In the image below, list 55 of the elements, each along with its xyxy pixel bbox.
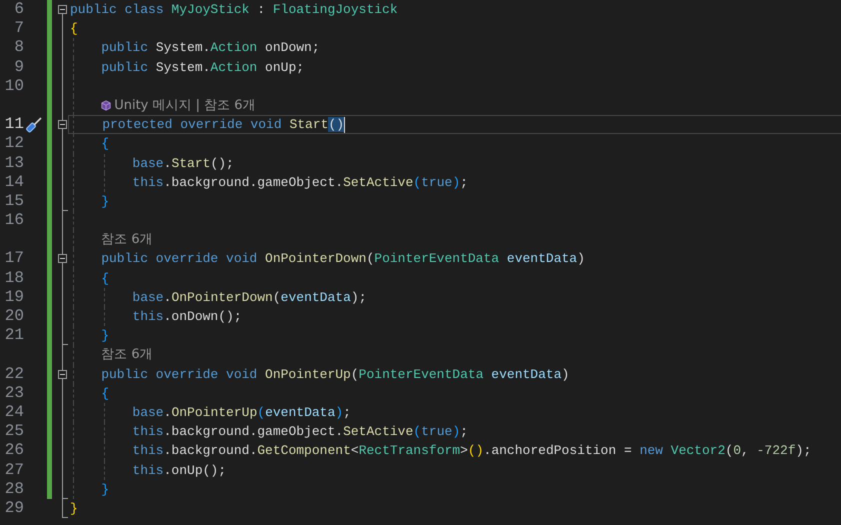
line-number: 8: [14, 38, 24, 56]
code-line: protected override void Start(): [102, 116, 344, 134]
line-number: 11: [4, 115, 24, 134]
line-number: 16: [4, 211, 24, 230]
code-lens[interactable]: 참조 6개: [101, 345, 153, 365]
line-number: 15: [4, 192, 24, 210]
code-line: public System.Action onDown;: [101, 39, 320, 58]
line-number: 10: [4, 76, 24, 95]
screwdriver-icon[interactable]: [25, 116, 43, 134]
line-number: 23: [4, 384, 24, 402]
code-line: {: [70, 20, 78, 38]
code-line: {: [101, 384, 110, 403]
code-line: this.onUp();: [132, 462, 226, 480]
code-line: public override void OnPointerDown(PointerEventData eventData): [101, 250, 585, 268]
code-line: this.background.gameObject.SetActive(true);: [132, 423, 468, 442]
code-line: {: [101, 270, 110, 288]
line-number: 13: [4, 154, 24, 172]
line-number: 21: [4, 326, 24, 344]
code-line: public System.Action onUp;: [101, 58, 304, 77]
code-line: {: [101, 135, 110, 154]
line-number: 26: [4, 441, 24, 460]
code-lens[interactable]: Unity 메시지 | 참조 6개: [114, 96, 256, 116]
code-line: this.background.GetComponent<RectTransform>().anchoredPosition = new Vector2(0, -722f);: [132, 442, 812, 460]
line-number: 7: [14, 19, 24, 38]
line-number: 18: [4, 268, 24, 287]
collapse-icon[interactable]: [58, 254, 67, 264]
code-lens[interactable]: 참조 6개: [101, 230, 153, 250]
line-number: 12: [4, 134, 24, 152]
collapse-icon[interactable]: [58, 370, 67, 379]
code-line: }: [70, 500, 78, 518]
code-line: this.onDown();: [132, 308, 242, 326]
code-line: }: [101, 192, 110, 211]
code-line: }: [101, 480, 110, 499]
code-line: base.OnPointerUp(eventData);: [132, 404, 351, 422]
line-number: 29: [4, 498, 24, 517]
code-line: public override void OnPointerUp(PointerEventData eventData): [101, 366, 570, 384]
line-number: 19: [4, 288, 24, 306]
line-number: 9: [14, 58, 24, 76]
line-number: 20: [4, 307, 24, 325]
code-line: }: [101, 327, 110, 346]
text-cursor: [344, 116, 346, 133]
line-number: 27: [4, 460, 24, 478]
collapse-icon[interactable]: [58, 120, 67, 130]
line-number: 28: [4, 480, 24, 498]
code-line: base.Start();: [132, 154, 234, 172]
code-line: this.background.gameObject.SetActive(true);: [132, 174, 468, 192]
collapse-icon[interactable]: [58, 5, 67, 14]
line-number: 24: [4, 402, 24, 421]
code-line: public class MyJoyStick : FloatingJoystick: [70, 1, 398, 19]
code-line: base.OnPointerDown(eventData);: [132, 288, 366, 307]
line-number: 17: [4, 249, 24, 268]
line-number: 6: [14, 0, 24, 18]
line-number: 25: [4, 422, 24, 440]
line-number: 14: [4, 172, 24, 191]
line-number: 22: [4, 364, 24, 383]
